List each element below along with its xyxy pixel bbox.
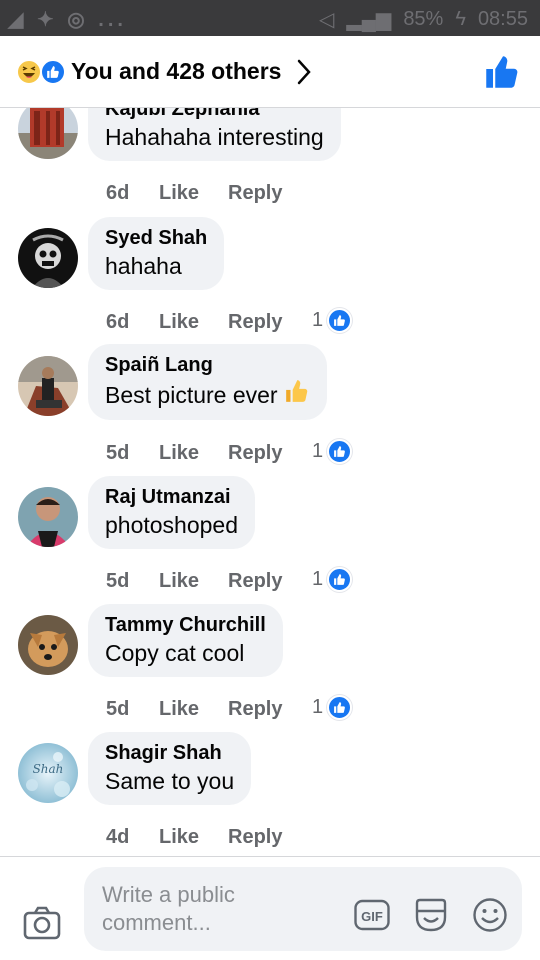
like-count[interactable]: 1 — [312, 695, 353, 720]
comment-bubble[interactable]: Spaiñ Lang Best picture ever — [88, 344, 327, 420]
like-count-value: 1 — [312, 309, 324, 331]
like-count-value: 1 — [312, 568, 324, 590]
haha-icon — [16, 59, 42, 85]
reply-link[interactable]: Reply — [228, 182, 312, 205]
like-link[interactable]: Like — [159, 182, 228, 205]
signal-icon: ▂▄▆ — [346, 9, 392, 31]
gif-icon[interactable]: GIF — [354, 899, 390, 931]
like-link[interactable]: Like — [159, 442, 228, 465]
chevron-right-icon[interactable] — [294, 58, 314, 86]
like-icon — [327, 567, 353, 592]
like-link[interactable]: Like — [159, 826, 228, 849]
comment-age: 5d — [106, 570, 130, 592]
comment-actions: 6d Like Reply — [106, 182, 312, 205]
comment-bubble[interactable]: Shagir Shah Same to you — [88, 732, 252, 805]
comment-placeholder: Write a public comment... — [102, 882, 235, 935]
status-right: ◁ ▂▄▆ 85% ϟ 08:55 — [319, 7, 528, 32]
reply-link[interactable]: Reply — [228, 311, 312, 334]
comment-text: Best picture ever — [105, 378, 310, 411]
comment-text: photoshoped — [105, 512, 239, 538]
reactions-title[interactable]: You and 428 others — [71, 58, 281, 85]
commenter-name[interactable]: Kajubi Zephania — [105, 108, 324, 122]
comment-composer: Write a public comment... GIF — [0, 856, 540, 960]
comment-actions: 6d Like Reply — [106, 311, 312, 334]
avatar[interactable] — [18, 108, 78, 159]
comment-actions: 5d Like Reply — [106, 698, 312, 721]
comment-bubble[interactable]: Raj Utmanzai photoshoped — [88, 476, 256, 549]
like-icon — [327, 695, 353, 720]
like-icon — [40, 59, 66, 85]
commenter-name[interactable]: Syed Shah — [105, 225, 207, 251]
gif-label: GIF — [361, 909, 383, 924]
commenter-name[interactable]: Raj Utmanzai — [105, 484, 238, 510]
charging-icon: ϟ — [455, 8, 466, 30]
camera-icon[interactable] — [22, 905, 62, 941]
like-icon — [327, 308, 353, 333]
comment-actions: 5d Like Reply — [106, 570, 312, 593]
like-icon — [327, 439, 353, 464]
comment-age: 5d — [106, 698, 130, 720]
avatar[interactable] — [18, 615, 78, 675]
comment-text: hahaha — [105, 253, 182, 279]
comment-actions: 5d Like Reply — [106, 442, 312, 465]
commenter-name[interactable]: Tammy Churchill — [105, 612, 266, 638]
comment-bubble[interactable]: Kajubi Zephania Hahahaha interesting — [88, 108, 341, 161]
comment-list: Kajubi Zephania Hahahaha interesting 6d … — [0, 108, 540, 856]
comment-age: 4d — [106, 826, 130, 848]
avatar[interactable] — [18, 487, 78, 547]
avatar[interactable]: Shah — [18, 743, 78, 803]
like-count-value: 1 — [312, 440, 324, 462]
like-count-value: 1 — [312, 696, 324, 718]
like-count[interactable]: 1 — [312, 567, 353, 592]
comment-actions: 4d Like Reply — [106, 826, 312, 849]
reply-link[interactable]: Reply — [228, 570, 312, 593]
mute-icon: ◁ — [318, 9, 335, 31]
sticker-icon[interactable] — [412, 897, 450, 933]
comment-bubble[interactable]: Syed Shah hahaha — [88, 217, 225, 290]
comment-bubble[interactable]: Tammy Churchill Copy cat cool — [88, 604, 283, 677]
comment-text: Hahahaha interesting — [105, 124, 324, 150]
commenter-name[interactable]: Spaiñ Lang — [105, 352, 310, 378]
like-count[interactable]: 1 — [312, 439, 353, 464]
reactions-header: You and 428 others — [0, 36, 540, 108]
reply-link[interactable]: Reply — [228, 442, 312, 465]
like-link[interactable]: Like — [159, 570, 228, 593]
notification-icons: ◢ ✦ ◎ ... — [8, 9, 127, 31]
like-link[interactable]: Like — [159, 311, 228, 334]
comment-text: Same to you — [105, 768, 235, 794]
comment-age: 6d — [106, 182, 130, 204]
status-bar: ◢ ✦ ◎ ... ◁ ▂▄▆ 85% ϟ 08:55 — [0, 0, 540, 36]
thumbs-up-emoji-icon — [284, 378, 310, 411]
avatar[interactable] — [18, 356, 78, 416]
like-button[interactable] — [484, 54, 520, 90]
avatar[interactable] — [18, 228, 78, 288]
reply-link[interactable]: Reply — [228, 826, 312, 849]
comment-text: Copy cat cool — [105, 640, 245, 666]
emoji-icon[interactable] — [472, 897, 508, 933]
commenter-name[interactable]: Shagir Shah — [105, 740, 234, 766]
battery-percent: 85% — [403, 8, 444, 30]
reaction-summary[interactable] — [16, 59, 66, 85]
clock: 08:55 — [477, 8, 528, 30]
like-link[interactable]: Like — [159, 698, 228, 721]
avatar-shah-text: Shah — [33, 762, 64, 776]
comment-age: 5d — [106, 442, 130, 464]
comment-age: 6d — [106, 311, 130, 333]
reply-link[interactable]: Reply — [228, 698, 312, 721]
like-count[interactable]: 1 — [312, 308, 353, 333]
reactions-sheet: You and 428 others Kajubi Zephania Hahah… — [0, 36, 540, 960]
comment-input[interactable]: Write a public comment... GIF — [84, 867, 522, 951]
